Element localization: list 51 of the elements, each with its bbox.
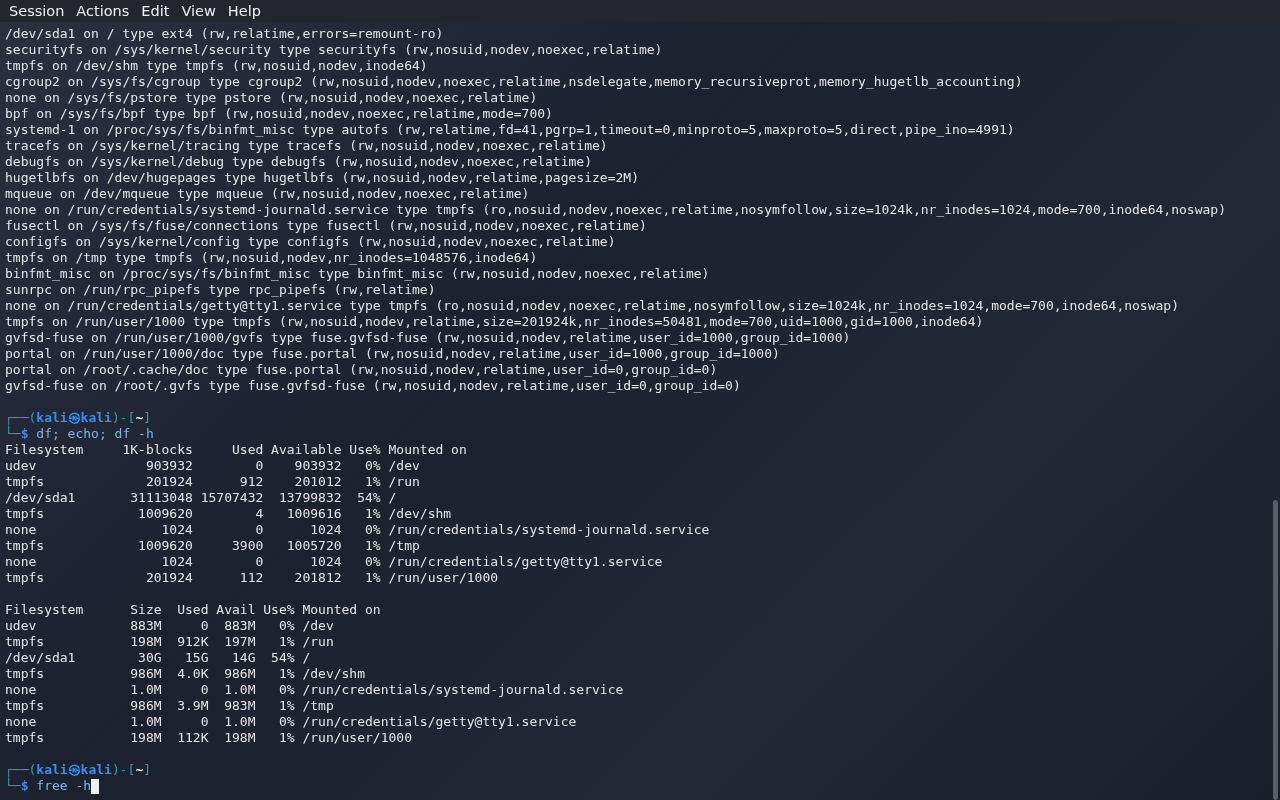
output-line: none 1024 0 1024 0% /run/credentials/systemd-journald.service	[5, 522, 710, 538]
output-line: tracefs on /sys/kernel/tracing type tracefs (rw,nosuid,nodev,noexec,relatime)	[5, 138, 608, 154]
output-line: tmpfs 986M 4.0K 986M 1% /dev/shm	[5, 666, 366, 682]
shell-prompt: ┌──(kali㉿kali)-[~]	[5, 410, 152, 426]
output-line: gvfsd-fuse on /run/user/1000/gvfs type fuse.gvfsd-fuse (rw,nosuid,nodev,relatime,user_id=1000,group_id=1000)	[5, 330, 851, 346]
output-line: bpf on /sys/fs/bpf type bpf (rw,nosuid,nodev,noexec,relatime,mode=700)	[5, 106, 553, 122]
output-line: hugetlbfs on /dev/hugepages type hugetlbfs (rw,nosuid,nodev,relatime,pagesize=2M)	[5, 170, 639, 186]
output-line: /dev/sda1 30G 15G 14G 54% /	[5, 650, 311, 666]
output-line: binfmt_misc on /proc/sys/fs/binfmt_misc type binfmt_misc (rw,nosuid,nodev,noexec,relatime)	[5, 266, 710, 282]
output-line: tmpfs 201924 912 201012 1% /run	[5, 474, 420, 490]
output-line: portal on /run/user/1000/doc type fuse.portal (rw,nosuid,nodev,relatime,user_id=1000,group_id=1000)	[5, 346, 780, 362]
output-line: /dev/sda1 on / type ext4 (rw,relatime,errors=remount-ro)	[5, 26, 444, 42]
output-line: tmpfs 1009620 4 1009616 1% /dev/shm	[5, 506, 452, 522]
output-line: udev 903932 0 903932 0% /dev	[5, 458, 420, 474]
menu-item[interactable]: Edit	[135, 1, 176, 21]
output-line: tmpfs on /dev/shm type tmpfs (rw,nosuid,nodev,inode64)	[5, 58, 428, 74]
output-line: fusectl on /sys/fs/fuse/connections type fusectl (rw,nosuid,nodev,noexec,relatime)	[5, 218, 647, 234]
output-line: Filesystem Size Used Avail Use% Mounted on	[5, 602, 381, 618]
scrollbar-thumb[interactable]	[1273, 500, 1278, 800]
menu-item[interactable]: View	[175, 1, 222, 21]
output-line: none on /sys/fs/pstore type pstore (rw,nosuid,nodev,noexec,relatime)	[5, 90, 538, 106]
command-line: └─$ df; echo; df -h	[5, 426, 154, 442]
output-line: none 1.0M 0 1.0M 0% /run/credentials/systemd-journald.service	[5, 682, 624, 698]
command-line: └─$ free -h	[5, 778, 92, 794]
menu-item[interactable]: Session	[3, 1, 71, 21]
output-line: tmpfs 986M 3.9M 983M 1% /tmp	[5, 698, 334, 714]
output-line: cgroup2 on /sys/fs/cgroup type cgroup2 (rw,nosuid,nodev,noexec,relatime,nsdelegate,memory_recursiveprot,memory_hugetlb_accounting)	[5, 74, 1023, 90]
output-line: mqueue on /dev/mqueue type mqueue (rw,nosuid,nodev,noexec,relatime)	[5, 186, 530, 202]
output-line: tmpfs on /run/user/1000 type tmpfs (rw,nosuid,nodev,relatime,size=201924k,nr_inodes=50481,mode=700,uid=1000,gid=1000,inode64)	[5, 314, 984, 330]
output-line: Filesystem 1K-blocks Used Available Use% Mounted on	[5, 442, 467, 458]
output-line: none 1.0M 0 1.0M 0% /run/credentials/getty@tty1.service	[5, 714, 577, 730]
output-line: /dev/sda1 31113048 15707432 13799832 54% /	[5, 490, 397, 506]
output-line: tmpfs on /tmp type tmpfs (rw,nosuid,nodev,nr_inodes=1048576,inode64)	[5, 250, 538, 266]
output-line: systemd-1 on /proc/sys/fs/binfmt_misc type autofs (rw,relatime,fd=41,pgrp=1,timeout=0,minproto=5,maxproto=5,direct,pipe_ino=4991)	[5, 122, 1015, 138]
output-line: tmpfs 201924 112 201812 1% /run/user/1000	[5, 570, 499, 586]
output-line: debugfs on /sys/kernel/debug type debugfs (rw,nosuid,nodev,noexec,relatime)	[5, 154, 592, 170]
output-line: portal on /root/.cache/doc type fuse.portal (rw,nosuid,nodev,relatime,user_id=0,group_id=0)	[5, 362, 718, 378]
output-line: none 1024 0 1024 0% /run/credentials/getty@tty1.service	[5, 554, 663, 570]
output-line: none on /run/credentials/systemd-journald.service type tmpfs (ro,nosuid,nodev,noexec,relatime,nosymfollow,size=1024k,nr_inodes=1024,mode=700,inode64,noswap)	[5, 202, 1226, 218]
output-line: tmpfs 198M 112K 198M 1% /run/user/1000	[5, 730, 412, 746]
output-line: tmpfs 198M 912K 197M 1% /run	[5, 634, 334, 650]
output-line: none on /run/credentials/getty@tty1.service type tmpfs (ro,nosuid,nodev,noexec,relatime,nosymfollow,size=1024k,nr_inodes=1024,mode=700,inode64,noswap)	[5, 298, 1179, 314]
output-line: tmpfs 1009620 3900 1005720 1% /tmp	[5, 538, 420, 554]
menu-item[interactable]: Actions	[70, 1, 136, 21]
menu-item[interactable]: Help	[221, 1, 267, 21]
output-line: configfs on /sys/kernel/config type configfs (rw,nosuid,nodev,noexec,relatime)	[5, 234, 616, 250]
output-line: udev 883M 0 883M 0% /dev	[5, 618, 334, 634]
output-line: sunrpc on /run/rpc_pipefs type rpc_pipefs (rw,relatime)	[5, 282, 436, 298]
output-line: securityfs on /sys/kernel/security type securityfs (rw,nosuid,nodev,noexec,relatime)	[5, 42, 663, 58]
output-line: gvfsd-fuse on /root/.gvfs type fuse.gvfsd-fuse (rw,nosuid,nodev,relatime,user_id=0,group_id=0)	[5, 378, 741, 394]
shell-prompt: ┌──(kali㉿kali)-[~]	[5, 762, 152, 778]
